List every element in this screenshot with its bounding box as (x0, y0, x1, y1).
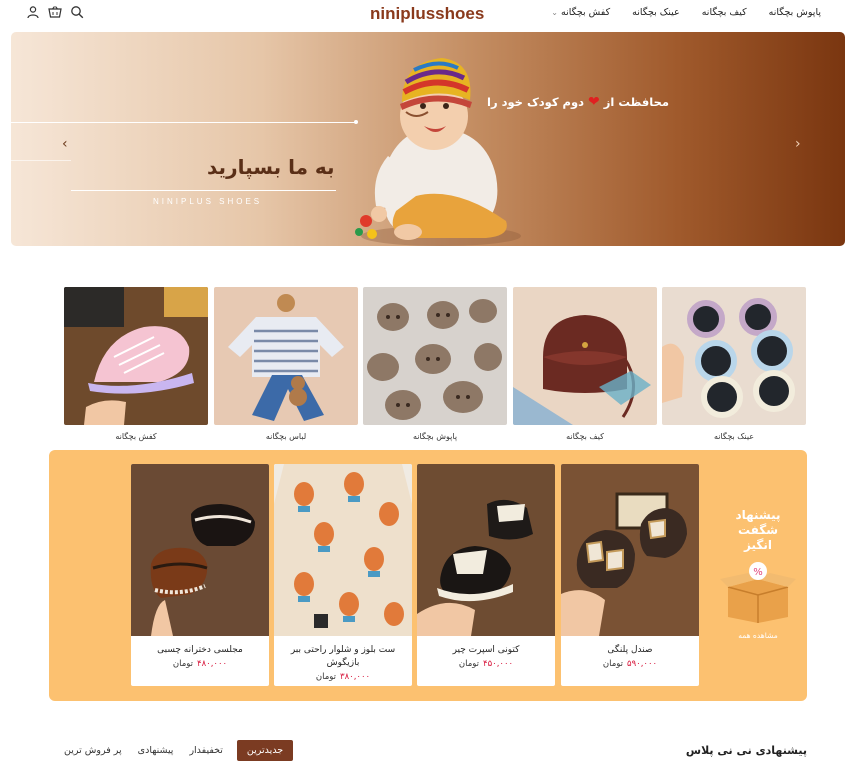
cart-icon[interactable] (48, 5, 62, 19)
product-price: ۳۸۰,۰۰۰تومان (274, 672, 412, 682)
offers-title-line: پیشنهاد (735, 508, 781, 522)
product-name: مجلسی دخترانه چسبی (157, 645, 243, 655)
page: niniplusshoes کفش بچگانه ⌄ عینک بچگانه ک… (0, 0, 857, 774)
svg-text:%: % (753, 567, 763, 578)
chevron-down-icon: ⌄ (551, 8, 558, 17)
site-logo[interactable]: niniplusshoes (370, 4, 484, 24)
kids-bags-image (513, 287, 657, 425)
gift-box-icon: % (720, 562, 796, 623)
tab-discounted[interactable]: تخفیفدار (187, 741, 224, 760)
nav-item-kids-glasses[interactable]: عینک بچگانه (632, 7, 680, 18)
product-card[interactable]: صندل پلنگی ۵۹۰,۰۰۰تومان (561, 464, 699, 686)
amazing-offers-section: مجلسی دخترانه چسبی ۴۸۰,۰۰۰تومان ست بلوز … (49, 450, 807, 701)
hero-tagline-start: محافظت از (603, 95, 669, 109)
price-amount: ۴۵۰,۰۰۰ (483, 659, 514, 669)
price-amount: ۴۸۰,۰۰۰ (197, 659, 228, 669)
price-currency: تومان (315, 672, 337, 682)
hero-title: به ما بسپارید (207, 155, 335, 179)
kids-clothes-image (214, 287, 358, 425)
product-image (131, 464, 269, 636)
kids-glasses-image (662, 287, 806, 425)
nav-item-kids-shoes[interactable]: کفش بچگانه ⌄ (551, 7, 610, 18)
search-icon[interactable] (70, 5, 84, 19)
category-label: پاپوش بچگانه (412, 432, 458, 441)
hero-subtitle: NINIPLUS SHOES (153, 197, 263, 206)
product-tabs: جدیدترین تخفیفدار پیشنهادی پر فروش ترین (62, 740, 294, 761)
category-label: لباس بچگانه (265, 432, 307, 441)
hero-divider-mid (11, 160, 71, 161)
product-price: ۴۵۰,۰۰۰تومان (417, 659, 555, 669)
nav-item-kids-slippers[interactable]: پاپوش بچگانه (769, 7, 821, 18)
kids-slippers-image (363, 287, 507, 425)
product-name: ست بلوز و شلوار راحتی ببر بازیگوش (290, 645, 396, 668)
product-image (561, 464, 699, 636)
user-icon[interactable] (26, 5, 40, 19)
header-icons (26, 5, 84, 19)
price-amount: ۳۸۰,۰۰۰ (340, 672, 371, 682)
hero-divider-bottom (71, 190, 336, 191)
product-name: کتونی اسپرت چیر (452, 645, 520, 655)
nav-item-kids-bags[interactable]: کیف بچگانه (702, 7, 747, 18)
category-label: عینک بچگانه (713, 432, 755, 441)
product-image (417, 464, 555, 636)
hero-divider-top (11, 122, 356, 123)
hero-banner[interactable]: ‹ › به ما بسپارید NINIPLUS SHOES محافظت … (11, 32, 845, 246)
product-image (274, 464, 412, 636)
baby-photo (355, 58, 521, 246)
product-card[interactable]: کتونی اسپرت چیر ۴۵۰,۰۰۰تومان (417, 464, 555, 686)
hero-tagline-end: دوم کودک خود را (487, 95, 585, 109)
offers-title-line: شگفت (737, 523, 779, 537)
hero-tagline: محافظت از ❤ دوم کودک خود را (487, 94, 669, 110)
product-name: صندل پلنگی (607, 645, 653, 655)
product-card[interactable]: ست بلوز و شلوار راحتی ببر بازیگوش ۳۸۰,۰۰… (274, 464, 412, 686)
tab-newest[interactable]: جدیدترین (236, 740, 294, 761)
category-grid: کفش بچگانه لباس بچگانه پاپوش بچگانه کیف … (64, 287, 806, 442)
product-price: ۵۹۰,۰۰۰تومان (561, 659, 699, 669)
price-currency: تومان (172, 659, 194, 669)
category-kids-bags[interactable]: کیف بچگانه (513, 287, 657, 441)
tab-best-selling[interactable]: پر فروش ترین (62, 741, 124, 760)
category-kids-clothes[interactable]: لباس بچگانه (214, 287, 358, 441)
suggestions-section: پیشنهادی نی نی پلاس جدیدترین تخفیفدار پی… (0, 738, 857, 768)
hero-prev-arrow[interactable]: ‹ (62, 136, 68, 152)
main-nav: کفش بچگانه ⌄ عینک بچگانه کیف بچگانه پاپو… (551, 7, 821, 18)
price-currency: تومان (458, 659, 480, 669)
site-header: niniplusshoes کفش بچگانه ⌄ عینک بچگانه ک… (0, 0, 857, 30)
category-kids-shoes[interactable]: کفش بچگانه (64, 287, 208, 441)
offers-title: پیشنهاد شگفت انگیز (714, 508, 802, 553)
section-title: پیشنهادی نی نی پلاس (685, 744, 807, 757)
category-label: کیف بچگانه (566, 432, 604, 441)
offers-sidebar: پیشنهاد شگفت انگیز % مشاهده همه (714, 508, 802, 640)
offers-title-line: انگیز (744, 538, 772, 552)
hero-next-arrow[interactable]: › (795, 136, 801, 152)
category-kids-glasses[interactable]: عینک بچگانه (662, 287, 806, 441)
tab-suggested[interactable]: پیشنهادی (136, 741, 176, 760)
product-price: ۴۸۰,۰۰۰تومان (131, 659, 269, 669)
kids-shoes-image (64, 287, 208, 425)
heart-icon: ❤ (588, 94, 600, 110)
see-all-link[interactable]: مشاهده همه (714, 631, 802, 640)
nav-item-label: کفش بچگانه (561, 7, 611, 18)
product-card[interactable]: مجلسی دخترانه چسبی ۴۸۰,۰۰۰تومان (131, 464, 269, 686)
category-label: کفش بچگانه (115, 432, 157, 441)
category-kids-slippers[interactable]: پاپوش بچگانه (363, 287, 507, 441)
price-amount: ۵۹۰,۰۰۰ (627, 659, 658, 669)
price-currency: تومان (602, 659, 624, 669)
